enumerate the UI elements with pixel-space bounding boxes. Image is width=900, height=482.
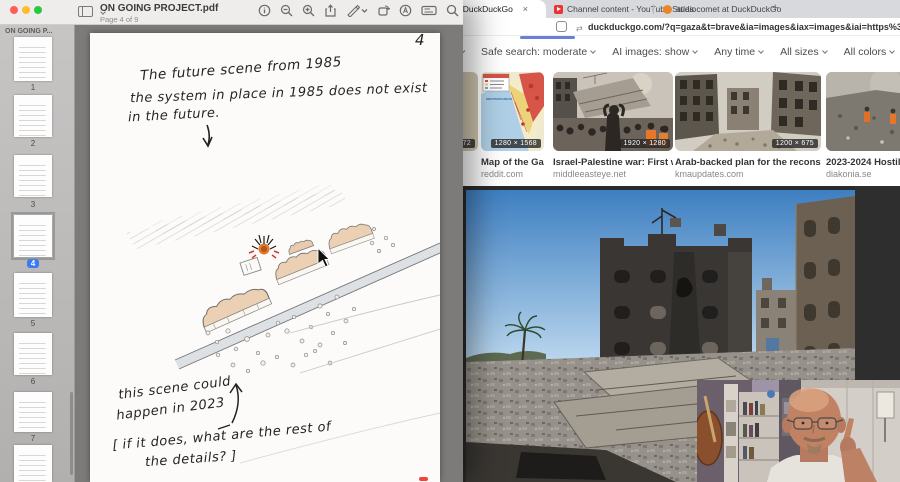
red-marker-dot [419,477,428,481]
page-thumbnail-label: 1 [0,83,66,92]
page-thumbnail-6[interactable] [14,333,52,375]
page-thumbnail-7[interactable] [14,392,52,432]
close-window-button[interactable] [10,6,18,14]
image-size-badge: 1920 × 1280 [620,139,670,148]
filter-ai-images[interactable]: AI images: show [612,46,697,58]
comet-icon [663,5,672,14]
page-thumbnail-label: 6 [0,377,66,386]
info-icon[interactable] [258,4,271,17]
rotate-icon[interactable] [377,4,390,17]
result-thumbnail[interactable]: 1920 × 1280 [553,72,673,151]
page-thumbnail-1[interactable] [14,37,52,81]
tab-atlas-comet[interactable]: atlas comet at DuckDuckGo [657,0,767,18]
destruction-sketch [90,33,440,482]
image-result[interactable]: 2023-2024 Hostilitie... diakonia.se [826,72,900,179]
share-icon[interactable] [324,4,337,17]
page-thumbnail-label: 3 [0,200,66,209]
chevron-down-icon [822,48,828,54]
result-title[interactable]: Map of the Gaza... [481,157,544,168]
result-domain: diakonia.se [826,169,900,179]
result-thumbnail[interactable] [826,72,900,151]
screen: t DuckDuckGo × Channel content - YouTube… [0,0,900,482]
sidebar-scrollbar[interactable] [70,392,73,475]
chevron-down-icon [692,48,698,54]
result-thumbnail[interactable]: 1200 × 675 [675,72,821,151]
chevron-down-icon [758,48,764,54]
annotate-icon[interactable] [399,4,412,17]
refresh-icon[interactable]: ⇄ [576,24,582,33]
page-thumbnail-8[interactable] [14,445,52,482]
image-result[interactable]: 1200 × 675 Arab-backed plan for the reco… [675,72,821,179]
tab-youtube-studio[interactable]: Channel content - YouTube Studio [548,0,652,18]
page-thumbnail-label: 2 [0,139,66,148]
result-domain: middleeasteye.net [553,169,673,179]
tab-label: atlas comet at DuckDuckGo [676,4,781,14]
document-title-block: ON GOING PROJECT.pdf Page 4 of 9 [100,3,218,24]
preview-title-bar[interactable]: ON GOING PROJECT.pdf Page 4 of 9 [0,0,463,25]
image-result[interactable]: MEDITERRANEAN 1280 × 1568 Map of the Gaz… [481,72,544,179]
chevron-down-icon [889,48,895,54]
sidebar-document-name: ON GOING P... [5,28,52,35]
images-tab-underline [520,36,575,39]
document-area[interactable]: 4 The future scene from 1985 the system … [75,25,463,482]
rubble-smoke-image [826,72,900,151]
preview-body: ON GOING P... 1 2 3 4 5 6 7 [0,25,463,482]
pdf-page: 4 The future scene from 1985 the system … [90,33,440,482]
zoom-in-icon[interactable] [302,4,315,17]
result-domain: kmaupdates.com [675,169,821,179]
search-icon[interactable] [446,4,459,17]
page-indicator: Page 4 of 9 [100,15,218,24]
address-bar[interactable]: duckduckgo.com/?q=gaza&t=brave&ia=images… [588,22,900,32]
tab-divider [653,4,654,14]
image-result[interactable]: 1920 × 1280 Israel-Palestine war: First … [553,72,673,179]
page-thumbnail-2[interactable] [14,95,52,137]
markup-pen-icon[interactable] [346,4,368,17]
zoom-out-icon[interactable] [280,4,293,17]
new-tab-button[interactable]: + [772,2,778,14]
chevron-down-icon[interactable] [463,50,465,54]
result-title[interactable]: Arab-backed plan for the reconstructio..… [675,157,821,168]
page-thumbnail-4-selected[interactable] [14,215,52,257]
minimize-window-button[interactable] [22,6,30,14]
image-size-badge: 1280 × 1568 [491,139,541,148]
result-thumbnail[interactable]: MEDITERRANEAN 1280 × 1568 [481,72,544,151]
tab-label: t DuckDuckGo [458,4,513,14]
preview-window: ON GOING PROJECT.pdf Page 4 of 9 [0,0,463,482]
svg-text:MEDITERRANEAN: MEDITERRANEAN [486,97,512,101]
zoom-window-button[interactable] [34,6,42,14]
page-thumbnail-3[interactable] [14,155,52,197]
filter-any-time[interactable]: Any time [714,46,763,58]
search-filter-bar: Safe search: moderate AI images: show An… [463,44,900,60]
tab-duckduckgo-search[interactable]: t DuckDuckGo × [452,0,546,18]
page-thumbnail-label: 5 [0,319,66,328]
presenter-webcam-frame [697,380,900,482]
filter-all-sizes[interactable]: All sizes [780,46,827,58]
page-thumbnail-label-selected: 4 [0,259,66,268]
result-domain: reddit.com [481,169,544,179]
thumbnail-sidebar[interactable]: ON GOING P... 1 2 3 4 5 6 7 [0,25,75,482]
window-title: ON GOING PROJECT.pdf [100,3,218,14]
tab-close-icon[interactable]: × [523,4,528,14]
chevron-down-icon [590,48,596,54]
image-size-badge: 1200 × 675 [772,139,818,148]
text-box-icon[interactable] [421,4,437,17]
page-thumbnail-5[interactable] [14,273,52,317]
page-thumbnail-label: 7 [0,434,66,443]
youtube-icon [554,5,563,14]
result-title[interactable]: Israel-Palestine war: First week e... [553,157,673,168]
filter-safe-search[interactable]: Safe search: moderate [481,46,595,58]
sidebar-toggle-icon[interactable] [78,6,93,17]
bookmark-icon[interactable] [556,21,567,32]
filter-all-colors[interactable]: All colors [844,46,895,58]
result-title[interactable]: 2023-2024 Hostilitie... [826,157,900,168]
webcam-video[interactable] [697,380,900,482]
